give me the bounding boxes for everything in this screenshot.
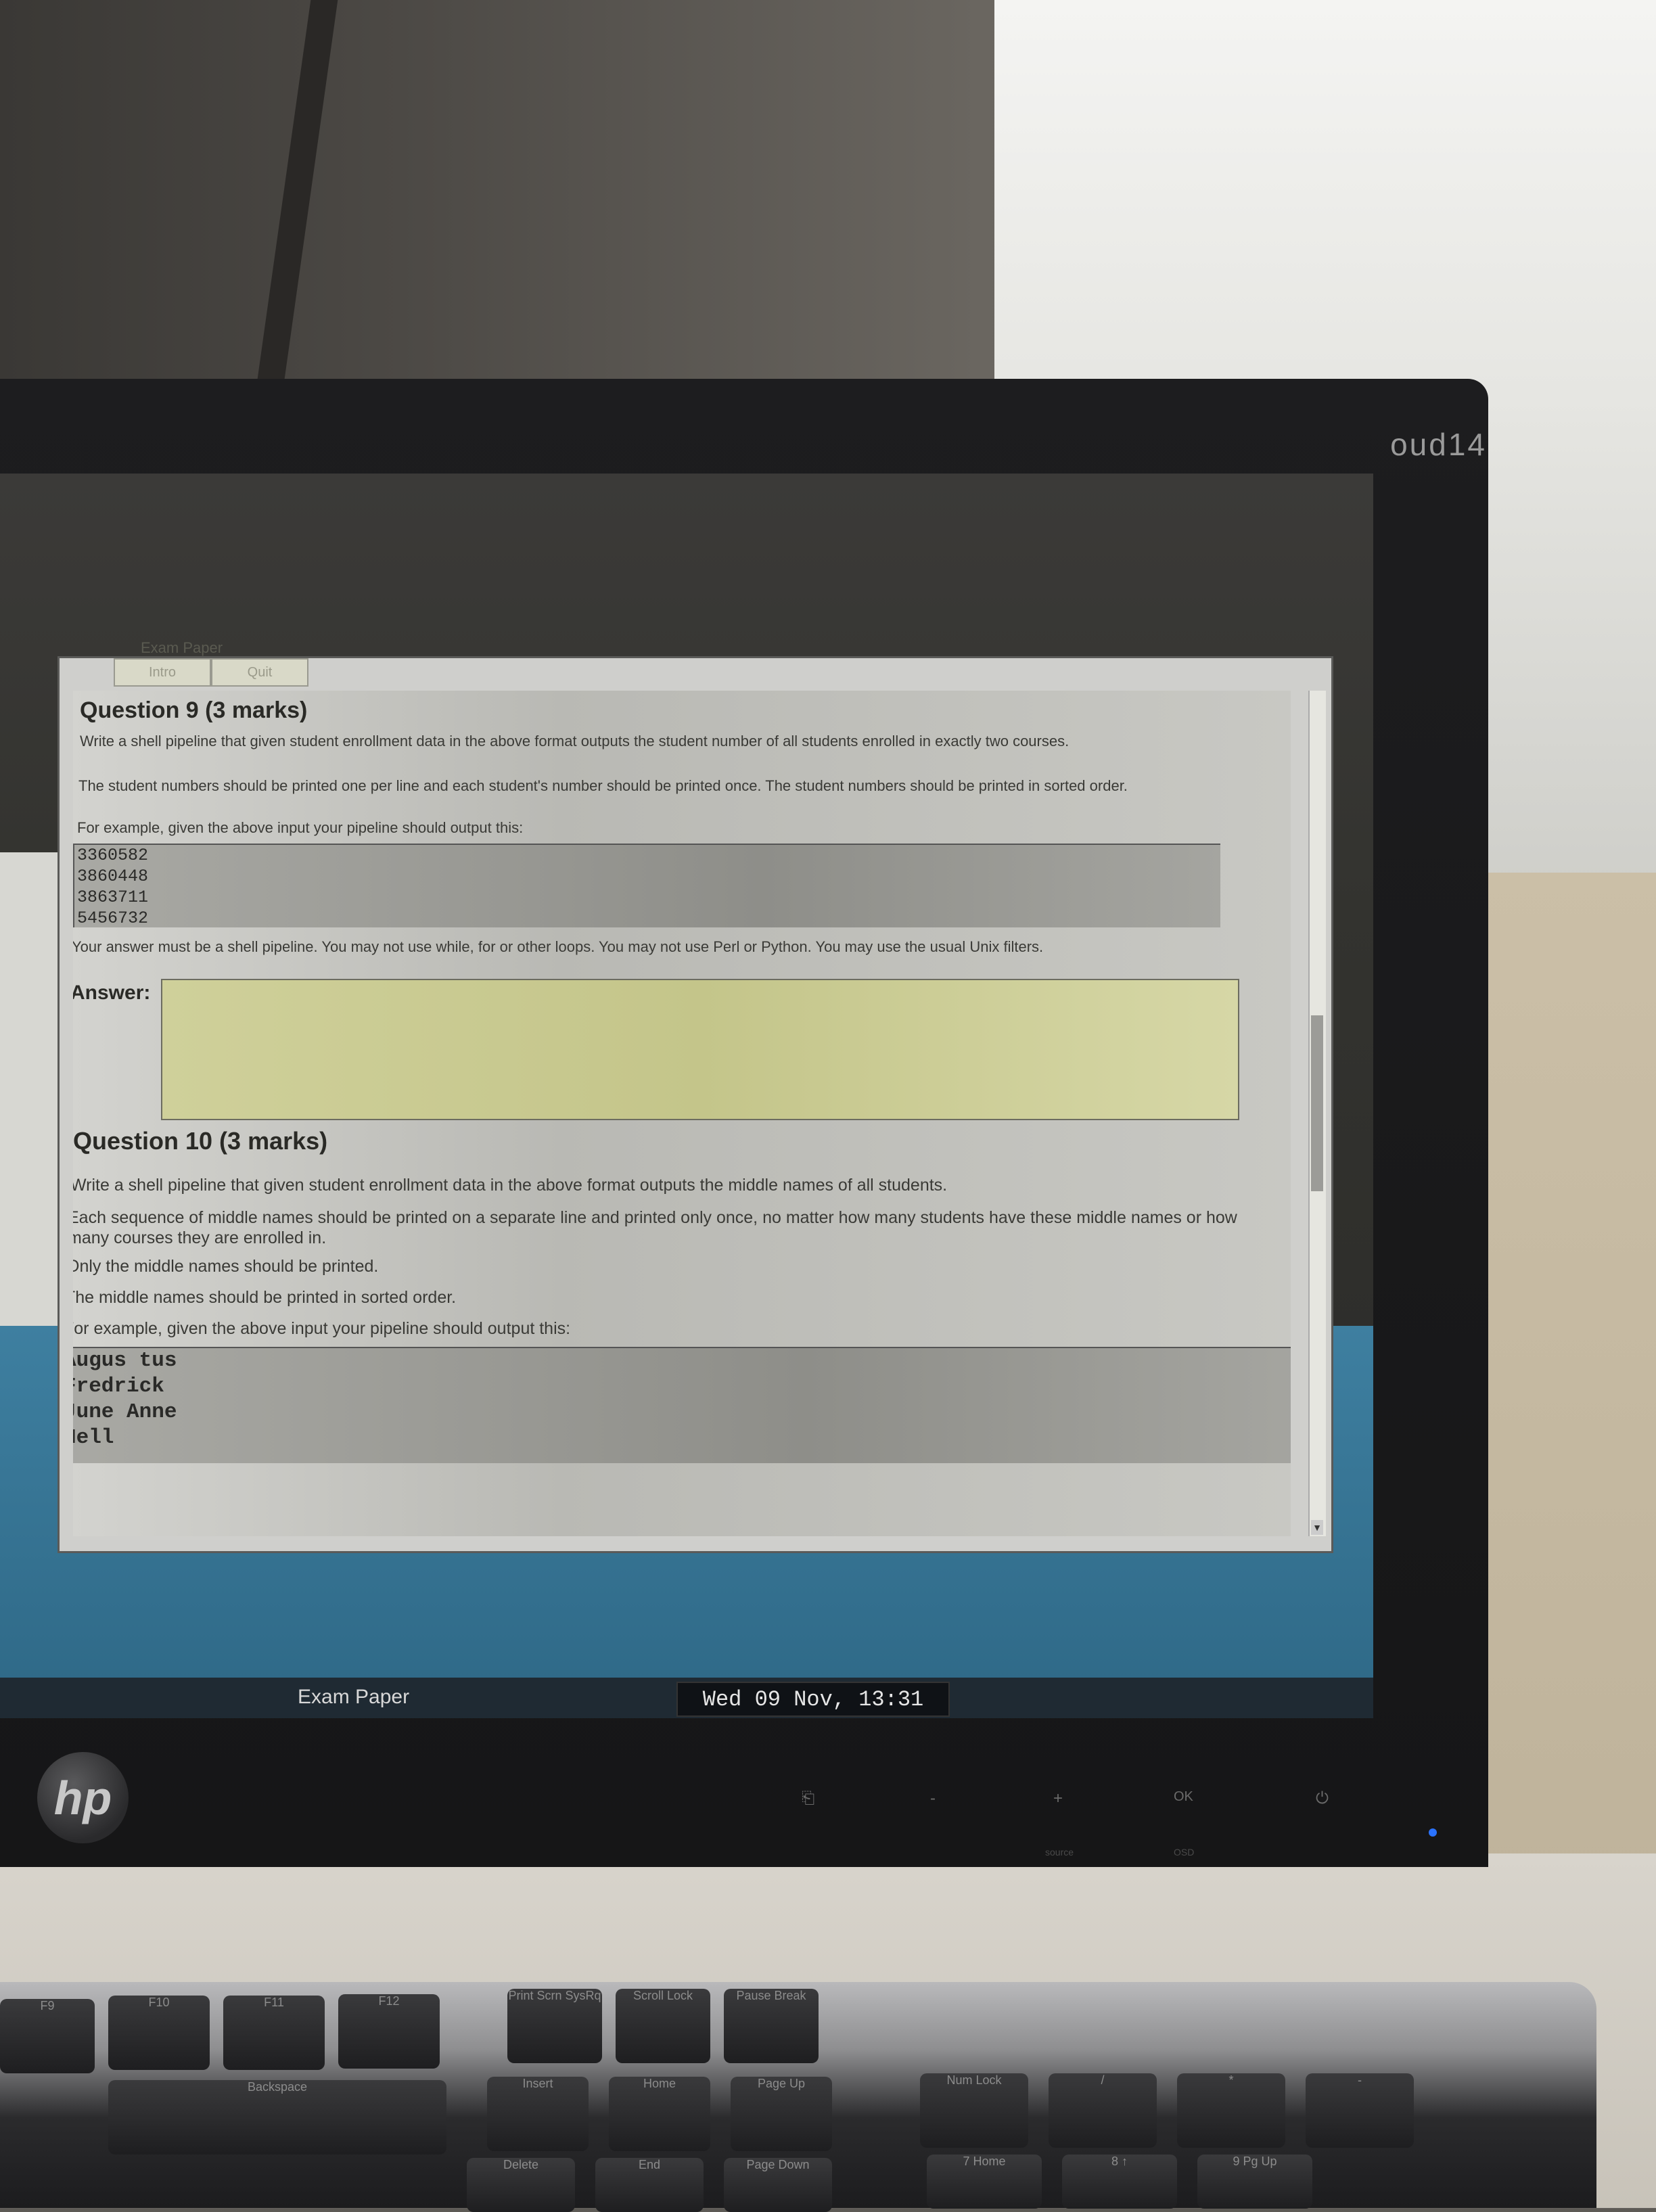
question-9-text-2: The student numbers should be printed on… — [78, 777, 1128, 794]
key-numpad-8[interactable]: 8 ↑ — [1062, 2155, 1177, 2209]
key-delete[interactable]: Delete — [467, 2158, 575, 2212]
question-9-text-1: Write a shell pipeline that given studen… — [80, 733, 1070, 750]
key-scroll-lock[interactable]: Scroll Lock — [616, 1989, 710, 2063]
exam-paper-window: Exam Paper Intro Quit Question 9 (3 mark… — [58, 639, 1333, 1553]
output-line: 3860448 — [77, 867, 149, 886]
question-9-note: Your answer must be a shell pipeline. Yo… — [73, 938, 1044, 955]
tab-bar: Intro Quit — [114, 658, 308, 687]
output-line: Augus tus — [73, 1349, 177, 1373]
output-line: June Anne — [73, 1400, 177, 1424]
answer-label: Answer: — [73, 982, 151, 1004]
source-caption: source — [1045, 1847, 1074, 1858]
plus-button[interactable]: + — [1053, 1789, 1063, 1808]
key-insert[interactable]: Insert — [487, 2077, 589, 2151]
question-10-text-3: Only the middle names should be printed. — [73, 1257, 379, 1276]
scrollbar-thumb[interactable] — [1311, 1015, 1323, 1191]
scroll-down-icon[interactable]: ▼ — [1311, 1520, 1323, 1535]
key-numpad-9[interactable]: 9 Pg Up — [1197, 2155, 1312, 2209]
key-subtract[interactable]: - — [1306, 2073, 1414, 2148]
taskbar: Exam Paper Wed 09 Nov, 13:31 — [0, 1678, 1373, 1718]
key-backspace[interactable]: Backspace — [108, 2080, 446, 2155]
question-10-sample-output: Augus tus Fredrick June Anne Nell — [73, 1347, 1291, 1463]
key-divide[interactable]: / — [1049, 2073, 1157, 2148]
key-page-down[interactable]: Page Down — [724, 2158, 832, 2212]
osd-caption: OSD — [1174, 1847, 1195, 1858]
key-num-lock[interactable]: Num Lock — [920, 2073, 1028, 2148]
key-pause-break[interactable]: Pause Break — [724, 1989, 819, 2063]
power-led — [1429, 1828, 1437, 1837]
power-icon[interactable]: ⏻ — [1316, 1789, 1329, 1808]
hp-logo-icon: hp — [37, 1752, 129, 1843]
output-line: 3360582 — [77, 846, 149, 865]
background-wall — [0, 0, 1001, 419]
question-10-text-2: Each sequence of middle names should be … — [73, 1208, 1237, 1247]
monitor-label: oud14 — [1390, 427, 1487, 462]
key-page-up[interactable]: Page Up — [731, 2077, 832, 2151]
key-multiply[interactable]: * — [1177, 2073, 1285, 2148]
source-icon[interactable]: ⎗ — [802, 1789, 814, 1808]
question-9-sample-output: 3360582 3860448 3863711 5456732 — [73, 844, 1220, 928]
key-numpad-7[interactable]: 7 Home — [927, 2155, 1042, 2209]
answer-input[interactable] — [161, 979, 1239, 1120]
key-f10[interactable]: F10 — [108, 1996, 210, 2070]
minus-button[interactable]: - — [930, 1789, 936, 1808]
key-f11[interactable]: F11 — [223, 1996, 325, 2070]
output-line: 5456732 — [77, 908, 149, 928]
key-f9[interactable]: F9 — [0, 1999, 95, 2073]
window-title: Exam Paper — [141, 639, 223, 656]
tab-quit[interactable]: Quit — [211, 658, 308, 687]
key-f12[interactable]: F12 — [338, 1994, 440, 2069]
taskbar-exam-paper[interactable]: Exam Paper — [298, 1686, 409, 1709]
exam-content: Question 9 (3 marks) Write a shell pipel… — [73, 691, 1291, 1536]
keyboard: F9 F10 F11 F12 Print Scrn SysRq Scroll L… — [0, 1982, 1596, 2212]
question-9-text-3: For example, given the above input your … — [77, 819, 524, 836]
key-end[interactable]: End — [595, 2158, 704, 2212]
taskbar-clock: Wed 09 Nov, 13:31 — [676, 1682, 950, 1717]
question-10-text-5: For example, given the above input your … — [73, 1319, 571, 1338]
output-line: 3863711 — [77, 888, 149, 907]
key-home[interactable]: Home — [609, 2077, 710, 2151]
key-print-screen[interactable]: Print Scrn SysRq — [507, 1989, 602, 2063]
screen: Exam Paper Intro Quit Question 9 (3 mark… — [0, 474, 1373, 1718]
ok-button[interactable]: OK — [1174, 1789, 1193, 1805]
tab-intro[interactable]: Intro — [114, 658, 211, 687]
vertical-scrollbar[interactable]: ▼ — [1308, 691, 1326, 1536]
output-line: Nell — [73, 1426, 114, 1450]
question-10-text-1: Write a shell pipeline that given studen… — [73, 1176, 948, 1195]
question-10-text-4: The middle names should be printed in so… — [73, 1288, 457, 1307]
output-line: Fredrick — [73, 1375, 164, 1398]
question-9-title: Question 9 (3 marks) — [80, 697, 308, 723]
question-10-title: Question 10 (3 marks) — [73, 1127, 328, 1155]
